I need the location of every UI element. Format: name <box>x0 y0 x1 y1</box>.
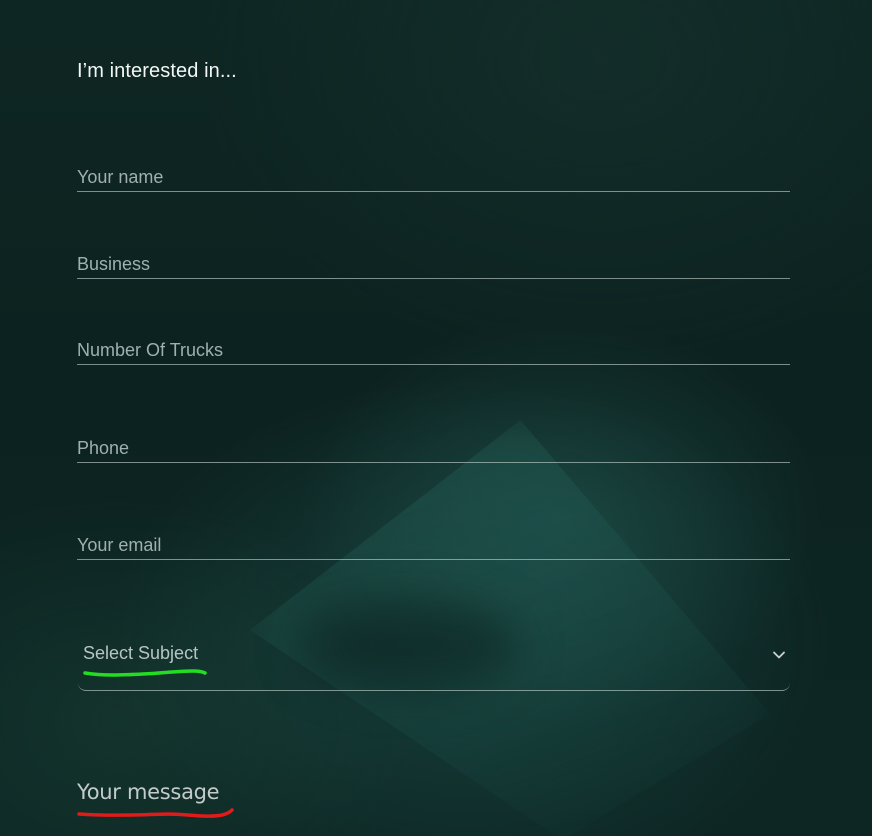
red-annotation-underline <box>77 808 234 818</box>
email-field[interactable] <box>77 531 790 560</box>
business-field[interactable] <box>77 250 790 279</box>
form-heading: I’m interested in... <box>77 60 237 82</box>
message-placeholder[interactable]: Your message <box>77 780 220 804</box>
green-annotation-underline <box>83 669 207 677</box>
trucks-input[interactable] <box>77 336 790 364</box>
business-input[interactable] <box>77 250 790 278</box>
subject-select[interactable]: Select Subject <box>78 636 790 691</box>
name-field[interactable] <box>77 163 790 192</box>
phone-field[interactable] <box>77 434 790 463</box>
trucks-field[interactable] <box>77 336 790 365</box>
email-input[interactable] <box>77 531 790 559</box>
phone-input[interactable] <box>77 434 790 462</box>
subject-select-value: Select Subject <box>83 643 199 663</box>
chevron-down-icon[interactable] <box>770 646 788 664</box>
name-input[interactable] <box>77 163 790 191</box>
